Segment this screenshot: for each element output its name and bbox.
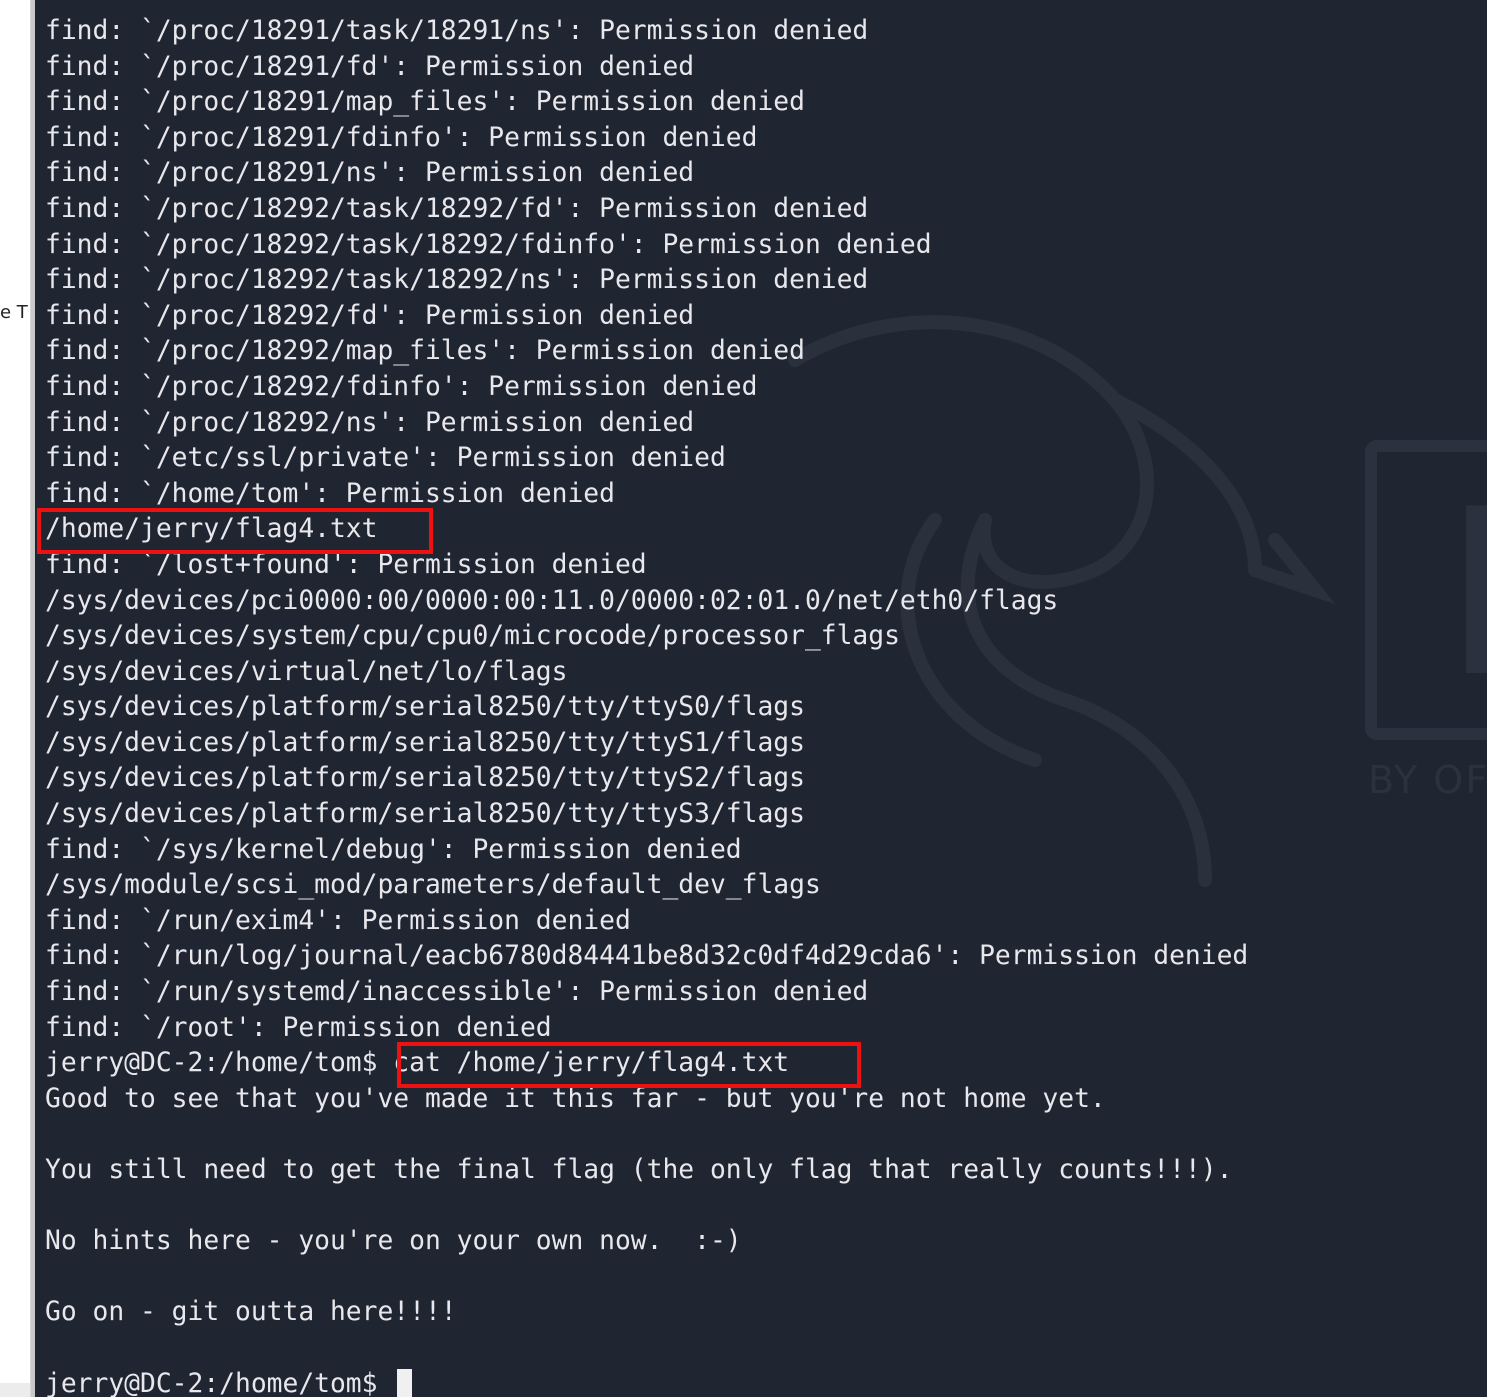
side-panel: e T xyxy=(0,0,31,1397)
terminal-line-text: /sys/devices/platform/serial8250/tty/tty… xyxy=(45,727,805,758)
terminal-line: find: `/sys/kernel/debug': Permission de… xyxy=(45,833,1248,869)
terminal-line-text: /sys/devices/platform/serial8250/tty/tty… xyxy=(45,692,805,723)
terminal-line-text: Good to see that you've made it this far… xyxy=(45,1083,1106,1114)
terminal-line: /sys/devices/system/cpu/cpu0/microcode/p… xyxy=(45,619,1248,655)
side-panel-text: e T xyxy=(0,302,28,323)
terminal-line: find: `/proc/18292/task/18292/fdinfo': P… xyxy=(45,228,1248,264)
kali-logo-tagline: BY OF xyxy=(1368,758,1487,802)
terminal-line: /sys/module/scsi_mod/parameters/default_… xyxy=(45,868,1248,904)
terminal-line-text: find: `/run/systemd/inaccessible': Permi… xyxy=(45,977,869,1008)
terminal-line: /sys/devices/virtual/net/lo/flags xyxy=(45,655,1248,691)
terminal-line-text: find: `/proc/18291/task/18291/ns': Permi… xyxy=(45,16,869,46)
terminal-line: find: `/root': Permission denied xyxy=(45,1011,1248,1047)
terminal-line-text: find: `/proc/18291/ns': Permission denie… xyxy=(45,158,695,189)
terminal-line-text: /sys/devices/platform/serial8250/tty/tty… xyxy=(45,763,805,794)
terminal-line-text: find: `/root': Permission denied xyxy=(45,1012,552,1043)
terminal-line-text: No hints here - you're on your own now. … xyxy=(45,1226,742,1257)
terminal-line-text: find: `/proc/18291/fdinfo': Permission d… xyxy=(45,122,758,153)
terminal-line-text: find: `/run/log/journal/eacb6780d84441be… xyxy=(45,941,1249,972)
terminal-line-text: Go on - git outta here!!!! xyxy=(45,1297,457,1328)
terminal-line-text: find: `/sys/kernel/debug': Permission de… xyxy=(45,834,742,865)
terminal-line: find: `/proc/18292/map_files': Permissio… xyxy=(45,334,1248,370)
terminal-line: find: `/proc/18291/ns': Permission denie… xyxy=(45,156,1248,192)
terminal-line: find: `/run/exim4': Permission denied xyxy=(45,904,1248,940)
terminal-line: /sys/devices/platform/serial8250/tty/tty… xyxy=(45,797,1248,833)
terminal-line: find: `/etc/ssl/private': Permission den… xyxy=(45,441,1248,477)
terminal-line-text: You still need to get the final flag (th… xyxy=(45,1155,1233,1185)
terminal-line: jerry@DC-2:/home/tom$ xyxy=(45,1367,1248,1397)
terminal-line-text: find: `/etc/ssl/private': Permission den… xyxy=(45,443,726,474)
terminal-line: find: `/home/tom': Permission denied xyxy=(45,477,1248,513)
terminal-line-text: /sys/devices/virtual/net/lo/flags xyxy=(45,656,568,687)
terminal-cursor[interactable] xyxy=(397,1368,413,1397)
terminal-line: find: `/proc/18291/fdinfo': Permission d… xyxy=(45,121,1248,157)
terminal-line: find: `/run/systemd/inaccessible': Permi… xyxy=(45,975,1248,1011)
side-panel-footer xyxy=(0,1383,30,1397)
terminal-line-text: find: `/proc/18292/task/18292/fdinfo': P… xyxy=(45,229,932,260)
terminal-line: find: `/proc/18292/ns': Permission denie… xyxy=(45,406,1248,442)
terminal-output: find: `/proc/18291/task/18291/ns': Permi… xyxy=(45,14,1248,1397)
terminal-line-text: /sys/module/scsi_mod/parameters/default_… xyxy=(45,870,821,901)
terminal-line-text: find: `/proc/18292/fd': Permission denie… xyxy=(45,300,695,331)
terminal-line: find: `/proc/18291/task/18291/ns': Permi… xyxy=(45,14,1248,50)
terminal-line-text: /sys/devices/pci0000:00/0000:00:11.0/000… xyxy=(45,585,1059,616)
terminal-line: /sys/devices/platform/serial8250/tty/tty… xyxy=(45,726,1248,762)
terminal-line: find: `/proc/18291/map_files': Permissio… xyxy=(45,85,1248,121)
terminal-line-text: find: `/proc/18292/map_files': Permissio… xyxy=(45,336,805,367)
terminal-line: find: `/proc/18292/task/18292/ns': Permi… xyxy=(45,263,1248,299)
terminal-line-text: jerry@DC-2:/home/tom$ xyxy=(45,1368,394,1397)
terminal-line-text: find: `/proc/18291/map_files': Permissio… xyxy=(45,87,805,118)
terminal-line: /sys/devices/platform/serial8250/tty/tty… xyxy=(45,690,1248,726)
terminal-line-text: find: `/lost+found': Permission denied xyxy=(45,549,647,580)
terminal-line-text: find: `/proc/18291/fd': Permission denie… xyxy=(45,51,695,82)
flag-path-highlight xyxy=(37,508,433,554)
terminal-line-text: find: `/home/tom': Permission denied xyxy=(45,478,615,509)
terminal-line: find: `/proc/18292/task/18292/fd': Permi… xyxy=(45,192,1248,228)
terminal-window[interactable]: K BY OF find: `/proc/18291/task/18291/ns… xyxy=(35,0,1487,1397)
terminal-line: find: `/proc/18292/fdinfo': Permission d… xyxy=(45,370,1248,406)
terminal-line: No hints here - you're on your own now. … xyxy=(45,1224,1248,1260)
terminal-line: find: `/run/log/journal/eacb6780d84441be… xyxy=(45,939,1248,975)
terminal-line: find: `/proc/18292/fd': Permission denie… xyxy=(45,299,1248,335)
terminal-line-text: /sys/devices/system/cpu/cpu0/microcode/p… xyxy=(45,621,900,652)
terminal-line-text: find: `/proc/18292/fdinfo': Permission d… xyxy=(45,371,758,402)
terminal-line: find: `/proc/18291/fd': Permission denie… xyxy=(45,50,1248,86)
terminal-line: Go on - git outta here!!!! xyxy=(45,1295,1248,1331)
terminal-line-text: find: `/run/exim4': Permission denied xyxy=(45,905,631,936)
kali-logo-letter: K xyxy=(1445,480,1487,710)
terminal-line: /sys/devices/platform/serial8250/tty/tty… xyxy=(45,761,1248,797)
terminal-line: /sys/devices/pci0000:00/0000:00:11.0/000… xyxy=(45,584,1248,620)
terminal-line-text: find: `/proc/18292/task/18292/fd': Permi… xyxy=(45,193,869,224)
terminal-line-text: /sys/devices/platform/serial8250/tty/tty… xyxy=(45,799,805,830)
terminal-line: You still need to get the final flag (th… xyxy=(45,1153,1248,1189)
terminal-line-text: find: `/proc/18292/ns': Permission denie… xyxy=(45,407,695,438)
cat-command-highlight xyxy=(397,1042,861,1088)
terminal-line-text: find: `/proc/18292/task/18292/ns': Permi… xyxy=(45,265,869,296)
